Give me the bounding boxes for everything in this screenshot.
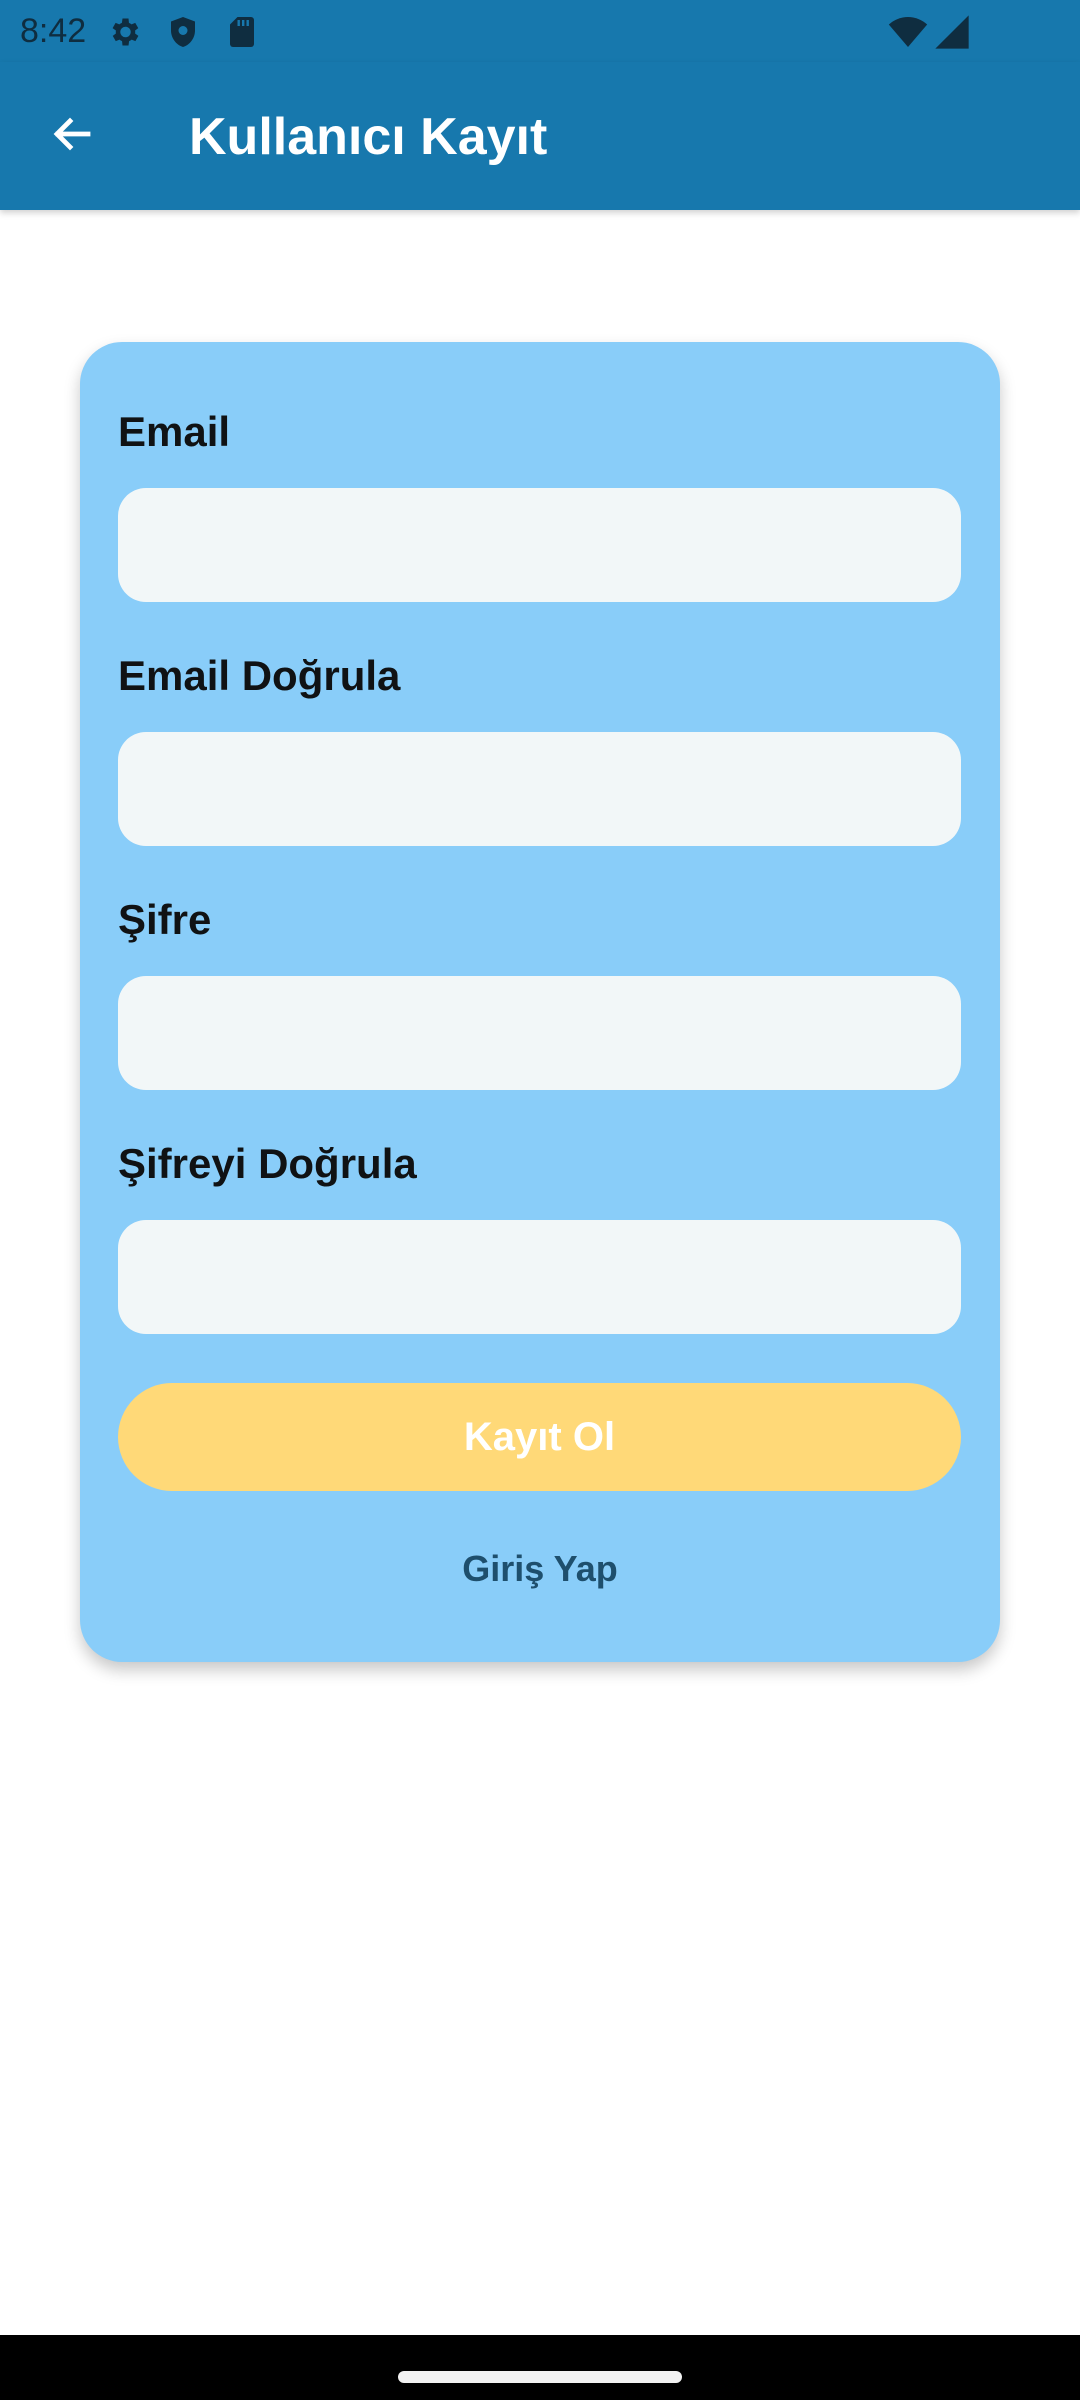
status-time: 8:42 [20, 12, 87, 50]
app-bar: Kullanıcı Kayıt [0, 62, 1080, 210]
arrow-back-icon [48, 110, 96, 163]
password-confirm-label: Şifreyi Doğrula [118, 1140, 417, 1187]
password-label: Şifre [118, 896, 212, 943]
registration-card: Email Email Doğrula Şifre Şifreyi Doğrul… [80, 342, 1000, 1662]
settings-icon [106, 14, 142, 50]
wifi-icon [888, 12, 928, 52]
password-confirm-field[interactable] [118, 1220, 961, 1334]
sd-card-icon [224, 14, 260, 50]
home-handle[interactable] [398, 2371, 682, 2383]
register-button[interactable]: Kayıt Ol [118, 1383, 961, 1491]
email-label: Email [118, 408, 231, 455]
login-link[interactable]: Giriş Yap [80, 1547, 1000, 1591]
navigation-bar [0, 2335, 1080, 2400]
shield-icon [165, 14, 201, 50]
status-bar: 8:42 [0, 0, 1080, 62]
password-field[interactable] [118, 976, 961, 1090]
email-confirm-field[interactable] [118, 732, 961, 846]
email-field[interactable] [118, 488, 961, 602]
page-title: Kullanıcı Kayıt [189, 108, 548, 166]
back-button[interactable] [30, 100, 114, 172]
signal-icon [932, 12, 972, 52]
email-confirm-label: Email Doğrula [118, 652, 401, 699]
